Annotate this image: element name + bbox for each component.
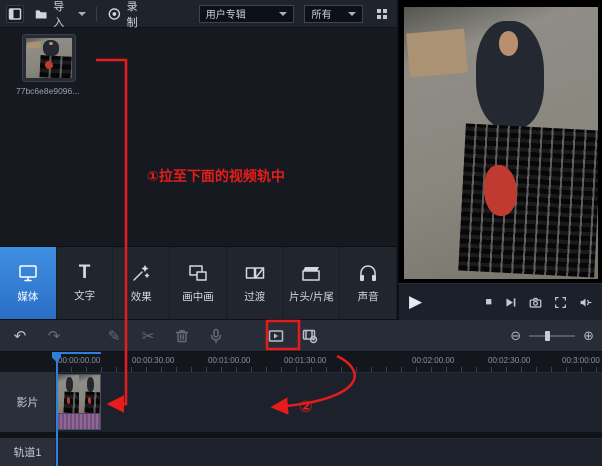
stop-button[interactable]: ■ bbox=[485, 296, 492, 308]
video-frame-icon bbox=[268, 328, 284, 344]
play-button[interactable]: ▶ bbox=[409, 292, 422, 312]
export-frame-button[interactable] bbox=[266, 326, 286, 346]
tab-intro-outro[interactable]: 片头/片尾 bbox=[284, 247, 341, 319]
redo-button[interactable]: ↷ bbox=[44, 326, 64, 346]
clip-audio-strip bbox=[58, 413, 100, 429]
import-button[interactable]: 导入 bbox=[34, 0, 86, 30]
volume-button[interactable] bbox=[579, 296, 592, 309]
picture-in-picture-icon bbox=[187, 262, 209, 284]
tab-audio-label: 声音 bbox=[358, 289, 379, 304]
tab-transition[interactable]: 过渡 bbox=[227, 247, 284, 319]
panel-toggle-button[interactable] bbox=[6, 5, 24, 23]
folder-icon bbox=[34, 6, 48, 22]
playback-controls: ▶ ■ bbox=[397, 283, 602, 320]
grid-view-icon bbox=[375, 6, 391, 22]
record-label: 录制 bbox=[127, 0, 147, 30]
ruler-label: 00:01:30.00 bbox=[284, 356, 326, 365]
zoom-in-button[interactable]: ⊕ bbox=[583, 328, 594, 344]
tab-intro-outro-label: 片头/片尾 bbox=[289, 289, 334, 304]
top-toolbar: 导入 录制 用户专辑 所有 bbox=[0, 0, 397, 28]
fullscreen-button[interactable] bbox=[554, 296, 567, 309]
timeline-ruler[interactable]: 00:00:00.00 00:00:30.00 00:01:00.00 00:0… bbox=[0, 352, 602, 372]
tab-pip[interactable]: 画中画 bbox=[170, 247, 227, 319]
filter-select[interactable]: 所有 bbox=[304, 5, 363, 23]
chevron-down-icon bbox=[78, 12, 86, 16]
clip-thumbnail bbox=[79, 375, 100, 413]
record-button[interactable]: 录制 bbox=[107, 0, 147, 30]
timeline-toolbar: ↶ ↷ ✎ ✂ bbox=[0, 320, 602, 352]
panel-toggle-icon bbox=[7, 6, 23, 22]
media-item-thumbnail[interactable] bbox=[22, 34, 76, 82]
clip-thumbnail bbox=[58, 375, 79, 413]
ruler-label: 00:01:00.00 bbox=[208, 356, 250, 365]
tab-transition-label: 过渡 bbox=[244, 289, 265, 304]
media-library-panel: 77bc6e8e9096... bbox=[0, 28, 397, 246]
tab-effects[interactable]: 效果 bbox=[113, 247, 170, 319]
split-button[interactable]: ✂ bbox=[138, 326, 158, 346]
album-select[interactable]: 用户专辑 bbox=[199, 5, 295, 23]
clip-range-indicator bbox=[57, 352, 101, 354]
voiceover-button[interactable] bbox=[206, 326, 226, 346]
timeline-zoom-controls: ⊖ ⊕ bbox=[510, 320, 594, 352]
fullscreen-icon bbox=[554, 296, 567, 309]
camera-icon bbox=[529, 296, 542, 309]
record-icon bbox=[107, 6, 122, 22]
track-divider bbox=[0, 432, 602, 438]
album-select-value: 用户专辑 bbox=[206, 6, 246, 21]
tab-audio[interactable]: 声音 bbox=[340, 247, 397, 319]
tab-pip-label: 画中画 bbox=[182, 289, 214, 304]
video-editor-window: 导入 录制 用户专辑 所有 bbox=[0, 0, 602, 466]
ruler-label: 00:02:00.00 bbox=[412, 356, 454, 365]
step-forward-button[interactable] bbox=[504, 296, 517, 309]
video-track-label: 影片 bbox=[0, 372, 55, 432]
media-item-preview bbox=[26, 38, 72, 78]
ruler-label: 00:00:30.00 bbox=[132, 356, 174, 365]
chevron-down-icon bbox=[279, 12, 287, 16]
transition-icon bbox=[244, 262, 266, 284]
video-track[interactable] bbox=[55, 372, 602, 432]
text-icon: T bbox=[79, 263, 91, 283]
tab-media[interactable]: 媒体 bbox=[0, 247, 57, 319]
tab-text-label: 文字 bbox=[74, 288, 95, 303]
tab-effects-label: 效果 bbox=[131, 289, 152, 304]
media-icon bbox=[17, 262, 39, 284]
edit-clip-button[interactable]: ✎ bbox=[104, 326, 124, 346]
ruler-label: 00:00:00.00 bbox=[58, 356, 100, 365]
zoom-slider-handle[interactable] bbox=[545, 331, 550, 341]
playhead[interactable] bbox=[56, 352, 58, 466]
microphone-icon bbox=[208, 328, 224, 344]
undo-button[interactable]: ↶ bbox=[10, 326, 30, 346]
tab-text[interactable]: T 文字 bbox=[57, 247, 114, 319]
snapshot-button[interactable] bbox=[529, 296, 542, 309]
chevron-down-icon bbox=[348, 12, 356, 16]
preview-panel bbox=[397, 0, 602, 283]
filter-select-value: 所有 bbox=[311, 6, 331, 21]
zoom-out-button[interactable]: ⊖ bbox=[510, 328, 521, 344]
media-item-filename: 77bc6e8e9096... bbox=[16, 86, 79, 96]
film-settings-icon bbox=[302, 328, 318, 344]
magic-wand-icon bbox=[130, 262, 152, 284]
preview-video-frame[interactable] bbox=[404, 7, 598, 279]
timeline-clip[interactable] bbox=[57, 374, 101, 430]
headphones-icon bbox=[357, 262, 379, 284]
clapperboard-icon bbox=[300, 262, 322, 284]
track-1[interactable] bbox=[55, 438, 602, 466]
trash-icon bbox=[174, 328, 190, 344]
tab-media-label: 媒体 bbox=[17, 289, 38, 304]
ruler-label: 00:3:00:00 bbox=[562, 356, 600, 365]
track-1-label: 轨道1 bbox=[0, 438, 55, 466]
delete-button[interactable] bbox=[172, 326, 192, 346]
view-mode-button[interactable] bbox=[375, 6, 391, 22]
add-to-track-button[interactable] bbox=[300, 326, 320, 346]
step-forward-icon bbox=[504, 296, 517, 309]
import-label: 导入 bbox=[53, 0, 73, 30]
speaker-icon bbox=[579, 296, 592, 309]
toolbar-divider bbox=[96, 7, 97, 21]
ruler-label: 00:02:30.00 bbox=[488, 356, 530, 365]
zoom-slider[interactable] bbox=[529, 335, 575, 337]
library-tabbar: 媒体 T 文字 效果 画中画 过 bbox=[0, 246, 397, 320]
